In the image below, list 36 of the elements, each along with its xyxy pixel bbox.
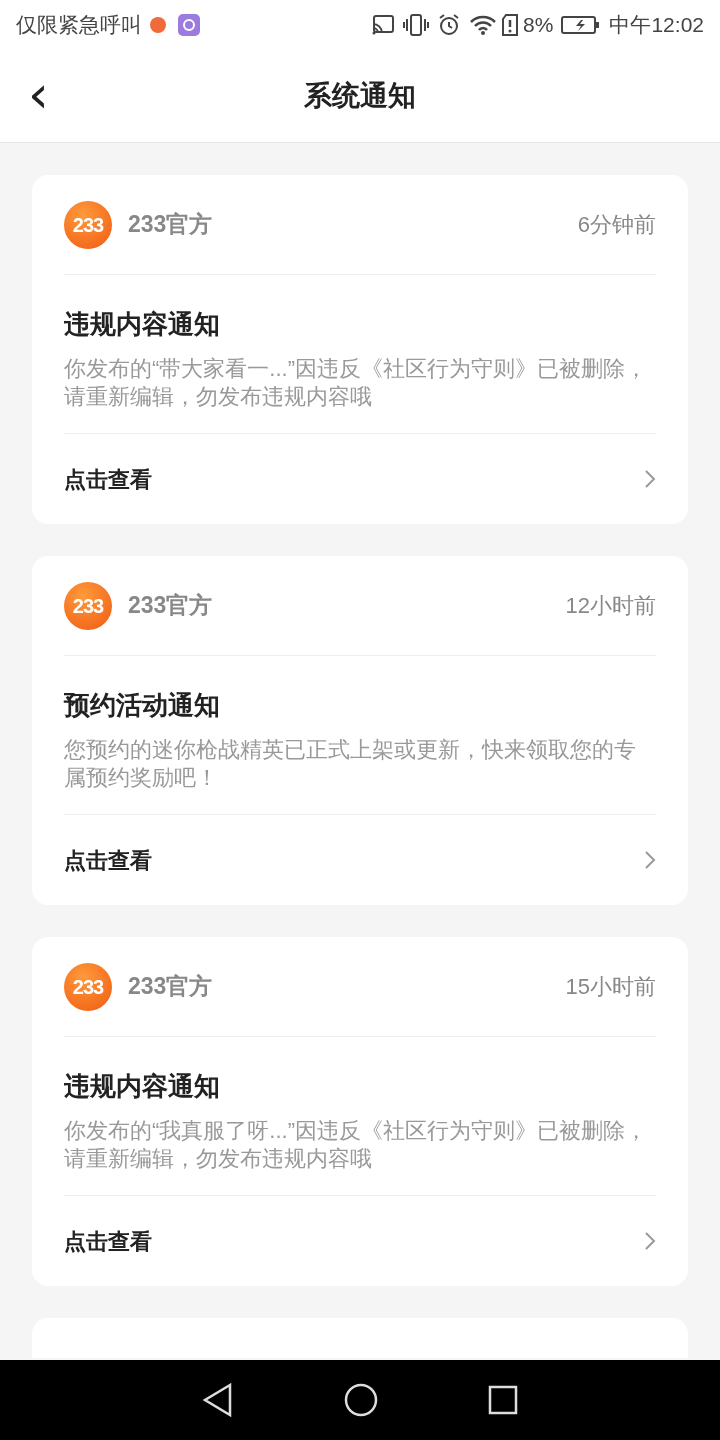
timestamp: 6分钟前 (577, 211, 656, 239)
notification-title: 违规内容通知 (64, 1070, 221, 1103)
sender-name: 233官方 (128, 972, 213, 1002)
avatar-logo: 233 (64, 200, 112, 249)
chevron-right-icon (644, 469, 656, 489)
app-icon (150, 17, 166, 33)
back-nav-icon[interactable] (202, 1383, 234, 1417)
view-link[interactable]: 点击查看 (64, 1196, 656, 1286)
carrier-text: 仅限紧急呼叫 (16, 12, 142, 39)
clock-text: 中午12:02 (609, 12, 704, 39)
home-nav-icon[interactable] (344, 1383, 378, 1417)
battery-icon (561, 15, 602, 35)
sender-name: 233官方 (128, 210, 213, 240)
timestamp: 15小时前 (565, 973, 656, 1001)
sim-alert-icon (501, 13, 520, 37)
notification-body: 你发布的“我真服了呀...”因违反《社区行为守则》已被删除，请重新编辑，勿发布违规内容哦 (64, 1117, 648, 1173)
chevron-right-icon (644, 1231, 656, 1251)
wifi-icon (469, 14, 498, 36)
notification-title: 违规内容通知 (64, 308, 221, 341)
recents-nav-icon[interactable] (488, 1385, 518, 1415)
view-link[interactable]: 点击查看 (64, 815, 656, 905)
battery-percent: 8% (523, 12, 554, 39)
timestamp: 12小时前 (565, 592, 656, 620)
notification-body: 你发布的“带大家看一...”因违反《社区行为守则》已被删除，请重新编辑，勿发布违规内容哦 (64, 355, 648, 411)
notification-title: 预约活动通知 (64, 689, 221, 722)
app-icon (178, 14, 200, 36)
vibrate-icon (403, 13, 430, 37)
back-button[interactable]: ‹ (28, 68, 49, 120)
sender-name: 233官方 (128, 591, 213, 621)
chevron-right-icon (644, 850, 656, 870)
cast-icon (371, 14, 396, 36)
avatar-logo: 233 (64, 962, 112, 1011)
notification-body: 您预约的迷你枪战精英已正式上架或更新，快来领取您的专属预约奖励吧！ (64, 736, 637, 792)
page-title: 系统通知 (304, 79, 416, 113)
view-link[interactable]: 点击查看 (64, 434, 656, 524)
avatar-logo: 233 (64, 581, 112, 630)
